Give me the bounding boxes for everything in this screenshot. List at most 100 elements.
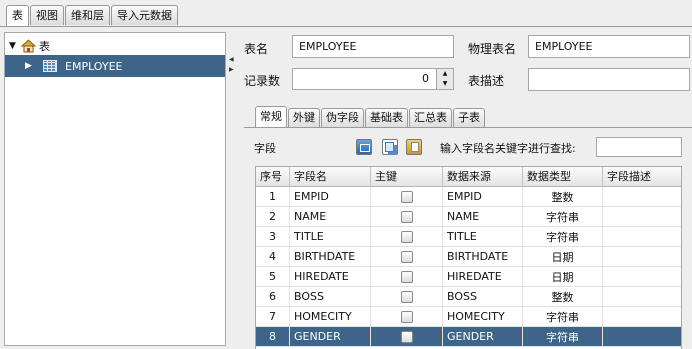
tab-dimensions[interactable]: 维和层 <box>65 5 110 25</box>
cell-primary-key <box>371 207 443 227</box>
physical-name-input[interactable]: EMPLOYEE <box>528 35 690 58</box>
tab-import-metadata[interactable]: 导入元数据 <box>111 5 178 25</box>
cell-field-name[interactable]: NAME <box>290 207 371 227</box>
tab-views[interactable]: 视图 <box>30 5 64 25</box>
copy-field-icon[interactable] <box>382 139 398 155</box>
cell-field-desc[interactable] <box>603 327 681 347</box>
table-row[interactable]: 1 EMPID EMPID 整数 <box>256 187 681 207</box>
cell-data-source[interactable]: BOSS <box>443 287 523 307</box>
cell-no[interactable]: 5 <box>256 267 290 287</box>
cell-data-source[interactable]: EMPID <box>443 187 523 207</box>
field-search-label: 输入字段名关键字进行查找: <box>440 142 576 155</box>
panel-splitter[interactable]: ◀ ▶ <box>228 32 235 346</box>
col-header-primary-key[interactable]: 主键 <box>371 167 443 187</box>
splitter-left-arrow-icon[interactable]: ◀ <box>229 56 234 63</box>
cell-data-source[interactable]: GENDER <box>443 327 523 347</box>
cell-field-desc[interactable] <box>603 307 681 327</box>
primary-key-checkbox[interactable] <box>400 271 413 283</box>
primary-key-checkbox[interactable] <box>400 291 413 303</box>
cell-data-source[interactable]: HOMECITY <box>443 307 523 327</box>
table-name-input[interactable]: EMPLOYEE <box>292 35 454 58</box>
add-field-icon[interactable] <box>356 139 372 155</box>
tree-node-employee[interactable]: ▶ EMPLOYEE <box>5 55 225 77</box>
primary-key-checkbox[interactable] <box>400 231 413 243</box>
table-row[interactable]: 7 HOMECITY HOMECITY 字符串 <box>256 307 681 327</box>
cell-no[interactable]: 1 <box>256 187 290 207</box>
cell-field-desc[interactable] <box>603 267 681 287</box>
table-row[interactable]: 8 GENDER GENDER 字符串 <box>256 327 681 347</box>
splitter-right-arrow-icon[interactable]: ▶ <box>229 66 234 73</box>
cell-field-desc[interactable] <box>603 287 681 307</box>
cell-data-type[interactable]: 字符串 <box>523 307 603 327</box>
tab-general[interactable]: 常规 <box>255 106 287 128</box>
table-row[interactable]: 4 BIRTHDATE BIRTHDATE 日期 <box>256 247 681 267</box>
cell-field-desc[interactable] <box>603 247 681 267</box>
cell-field-name[interactable]: BOSS <box>290 287 371 307</box>
tab-summary-tables[interactable]: 汇总表 <box>409 108 452 128</box>
paste-field-icon[interactable] <box>406 139 422 155</box>
primary-key-checkbox[interactable] <box>400 251 413 263</box>
cell-data-type[interactable]: 字符串 <box>523 207 603 227</box>
spinner-down-icon[interactable]: ▼ <box>437 79 453 89</box>
col-header-data-source[interactable]: 数据来源 <box>443 167 523 187</box>
detail-tab-bar: 常规 外键 伪字段 基础表 汇总表 子表 <box>255 106 486 128</box>
spinner-up-icon[interactable]: ▲ <box>437 69 453 79</box>
cell-data-type[interactable]: 整数 <box>523 187 603 207</box>
cell-data-type[interactable]: 日期 <box>523 247 603 267</box>
table-tree[interactable]: ▼ 表 ▶ EMPLOYEE <box>4 32 226 346</box>
table-row[interactable]: 6 BOSS BOSS 整数 <box>256 287 681 307</box>
cell-field-desc[interactable] <box>603 227 681 247</box>
tree-node-label: EMPLOYEE <box>65 59 123 73</box>
cell-no[interactable]: 8 <box>256 327 290 347</box>
field-search-input[interactable] <box>596 137 682 157</box>
table-row[interactable]: 3 TITLE TITLE 字符串 <box>256 227 681 247</box>
cell-data-source[interactable]: HIREDATE <box>443 267 523 287</box>
tab-child-tables[interactable]: 子表 <box>453 108 485 128</box>
cell-no[interactable]: 4 <box>256 247 290 267</box>
col-header-field-name[interactable]: 字段名 <box>290 167 371 187</box>
table-row[interactable]: 2 NAME NAME 字符串 <box>256 207 681 227</box>
cell-primary-key <box>371 307 443 327</box>
cell-data-type[interactable]: 整数 <box>523 287 603 307</box>
cell-field-desc[interactable] <box>603 207 681 227</box>
cell-field-name[interactable]: TITLE <box>290 227 371 247</box>
cell-no[interactable]: 2 <box>256 207 290 227</box>
cell-field-name[interactable]: GENDER <box>290 327 371 347</box>
physical-name-label: 物理表名 <box>468 42 517 56</box>
cell-no[interactable]: 7 <box>256 307 290 327</box>
table-row[interactable]: 5 HIREDATE HIREDATE 日期 <box>256 267 681 287</box>
primary-key-checkbox[interactable] <box>400 211 413 223</box>
col-header-data-type[interactable]: 数据类型 <box>523 167 603 187</box>
cell-no[interactable]: 3 <box>256 227 290 247</box>
cell-data-type[interactable]: 字符串 <box>523 227 603 247</box>
cell-data-type[interactable]: 日期 <box>523 267 603 287</box>
detail-tab-divider <box>244 127 692 128</box>
cell-field-desc[interactable] <box>603 187 681 207</box>
cell-data-type[interactable]: 字符串 <box>523 327 603 347</box>
tab-tables[interactable]: 表 <box>6 5 29 27</box>
col-header-no[interactable]: 序号 <box>256 167 290 187</box>
cell-data-source[interactable]: NAME <box>443 207 523 227</box>
cell-field-name[interactable]: EMPID <box>290 187 371 207</box>
primary-key-checkbox[interactable] <box>400 311 413 323</box>
tab-base-tables[interactable]: 基础表 <box>365 108 408 128</box>
tree-root-label: 表 <box>39 40 50 53</box>
cell-no[interactable]: 6 <box>256 287 290 307</box>
table-desc-input[interactable] <box>528 68 690 91</box>
primary-key-checkbox[interactable] <box>400 331 413 343</box>
cell-field-name[interactable]: HIREDATE <box>290 267 371 287</box>
primary-key-checkbox[interactable] <box>400 191 413 203</box>
tree-root-node[interactable]: ▼ 表 <box>5 36 225 56</box>
table-header: 序号 字段名 主键 数据来源 数据类型 字段描述 <box>256 167 681 187</box>
cell-field-name[interactable]: BIRTHDATE <box>290 247 371 267</box>
record-count-spinner[interactable]: 0 ▲ ▼ <box>292 68 454 90</box>
tab-pseudo-fields[interactable]: 伪字段 <box>321 108 364 128</box>
collapse-arrow-icon[interactable]: ▶ <box>25 61 35 71</box>
cell-field-name[interactable]: HOMECITY <box>290 307 371 327</box>
expand-arrow-icon[interactable]: ▼ <box>9 41 19 51</box>
cell-data-source[interactable]: BIRTHDATE <box>443 247 523 267</box>
tab-foreign-keys[interactable]: 外键 <box>288 108 320 128</box>
main-tab-bar: 表 视图 维和层 导入元数据 <box>6 5 179 27</box>
cell-data-source[interactable]: TITLE <box>443 227 523 247</box>
col-header-field-desc[interactable]: 字段描述 <box>603 167 681 187</box>
